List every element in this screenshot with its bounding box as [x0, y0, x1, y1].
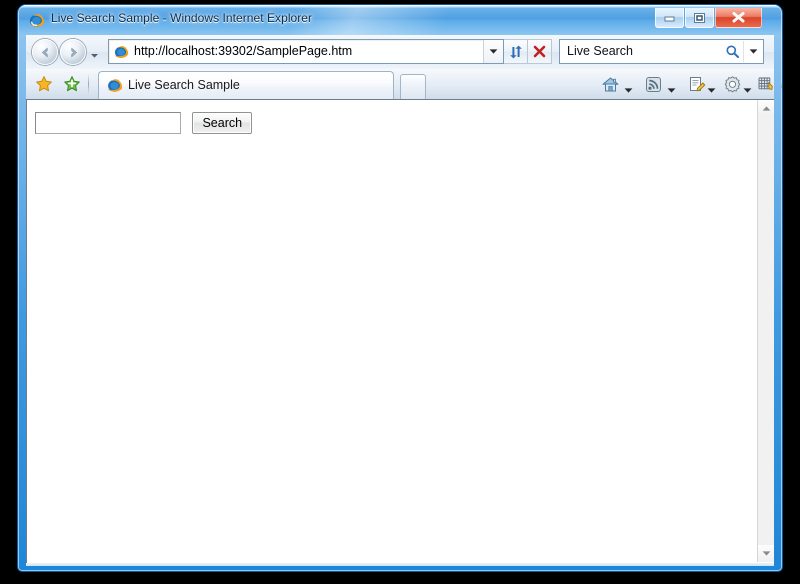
tab-live-search-sample[interactable]: Live Search Sample — [98, 71, 394, 99]
toolbar-divider — [88, 74, 89, 94]
tab-favicon-icon — [106, 77, 123, 94]
refresh-icon — [509, 45, 522, 58]
search-box[interactable]: Live Search — [559, 39, 764, 64]
feeds-dropdown-icon[interactable] — [667, 81, 676, 93]
titlebar-highlight — [18, 5, 782, 6]
developer-tools-icon[interactable] — [756, 75, 775, 94]
browser-window: Live Search Sample - Windows Internet Ex… — [18, 5, 782, 571]
close-icon — [716, 8, 761, 27]
print-icon[interactable] — [687, 75, 706, 94]
back-arrow-icon — [41, 47, 48, 57]
search-input[interactable] — [35, 112, 181, 134]
add-to-favorites-icon[interactable] — [63, 75, 81, 93]
ie-logo-icon — [28, 12, 45, 29]
vertical-scrollbar[interactable] — [757, 100, 774, 562]
page-viewport: Search — [26, 99, 774, 563]
back-button[interactable] — [32, 39, 58, 65]
minimize-button[interactable] — [655, 8, 684, 28]
home-dropdown-icon[interactable] — [624, 81, 633, 93]
home-icon[interactable] — [601, 75, 620, 94]
search-input-text: Live Search — [567, 44, 634, 58]
favorites-center-icon[interactable] — [35, 75, 53, 93]
search-dropdown-button[interactable] — [743, 41, 762, 62]
window-title: Live Search Sample - Windows Internet Ex… — [51, 11, 313, 25]
gear-icon[interactable] — [723, 75, 742, 94]
forward-arrow-icon — [70, 47, 77, 57]
chevron-down-icon — [489, 49, 498, 54]
tab-bar: Live Search Sample — [26, 69, 782, 100]
chevron-down-icon — [749, 49, 757, 54]
scroll-up-button[interactable] — [758, 100, 774, 117]
title-bar[interactable]: Live Search Sample - Windows Internet Ex… — [18, 5, 782, 35]
stop-button[interactable] — [528, 39, 552, 64]
tab-label: Live Search Sample — [128, 78, 240, 92]
refresh-button[interactable] — [504, 39, 528, 64]
address-favicon-icon — [113, 44, 129, 60]
search-icon[interactable] — [723, 43, 741, 60]
new-tab-button[interactable] — [400, 74, 426, 99]
address-dropdown-button[interactable] — [483, 40, 503, 63]
close-button[interactable] — [715, 8, 762, 28]
maximize-button[interactable] — [685, 8, 714, 28]
print-dropdown-icon[interactable] — [707, 81, 716, 93]
stop-icon — [533, 45, 546, 58]
page-document: Search — [28, 100, 758, 562]
chevron-down-icon — [91, 54, 98, 58]
navigation-toolbar: http://localhost:39302/SamplePage.htm Li… — [26, 35, 774, 69]
address-bar[interactable]: http://localhost:39302/SamplePage.htm — [108, 39, 504, 64]
browser-client: http://localhost:39302/SamplePage.htm Li… — [26, 35, 782, 563]
forward-button[interactable] — [60, 39, 86, 65]
maximize-icon — [686, 8, 713, 27]
tools-dropdown-icon[interactable] — [743, 81, 752, 93]
feeds-icon[interactable] — [644, 75, 663, 94]
window-bottom-strip — [26, 563, 774, 566]
recent-pages-button[interactable] — [90, 47, 99, 58]
search-button[interactable]: Search — [192, 112, 253, 134]
minimize-icon — [656, 8, 683, 27]
address-url-text: http://localhost:39302/SamplePage.htm — [134, 44, 353, 58]
scroll-down-button[interactable] — [758, 545, 774, 562]
chevron-up-icon — [762, 106, 770, 111]
research-pen-icon[interactable] — [776, 75, 782, 94]
page-search-form: Search — [35, 112, 253, 134]
chevron-down-icon — [762, 551, 770, 556]
